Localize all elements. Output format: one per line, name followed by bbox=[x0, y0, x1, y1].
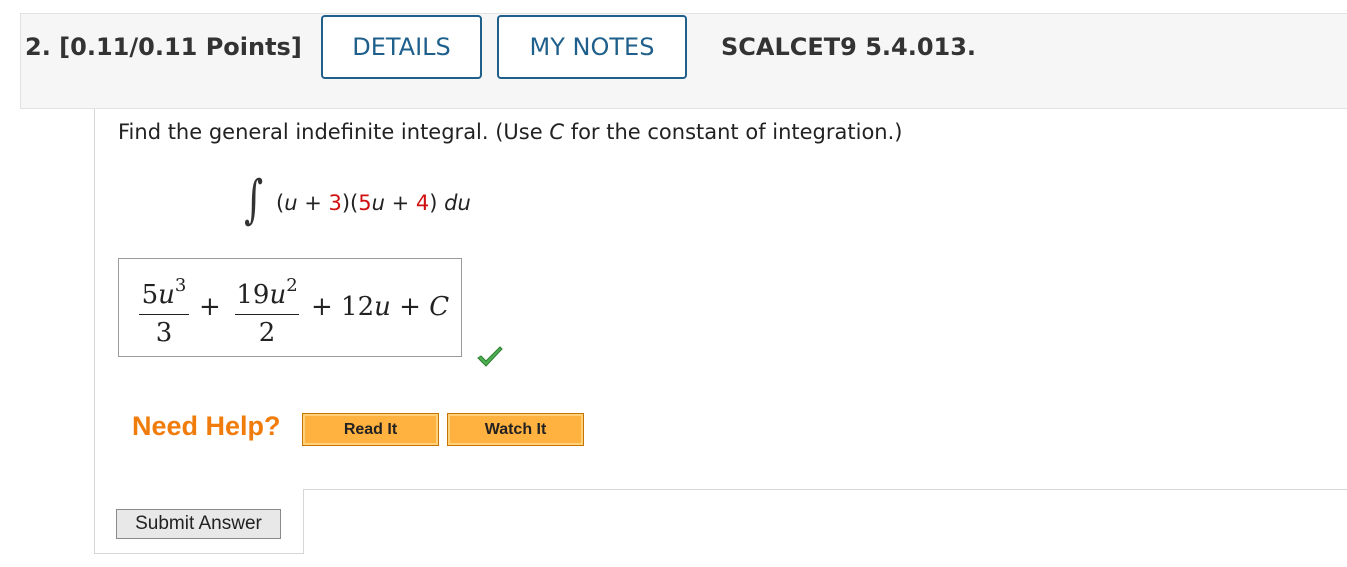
fraction-numerator-exponent: 2 bbox=[286, 275, 298, 296]
fraction-numerator-var: u bbox=[158, 280, 175, 310]
question-border-left bbox=[94, 109, 95, 553]
question-title: 2. [0.11/0.11 Points] bbox=[25, 33, 302, 61]
integrand-variable: u bbox=[284, 191, 298, 215]
tail-term: + 12 bbox=[311, 292, 375, 322]
fraction-bar bbox=[235, 314, 299, 315]
integrand-paren: ) bbox=[429, 191, 445, 215]
details-button[interactable]: DETAILS bbox=[321, 15, 482, 79]
fraction-numerator-var: u bbox=[269, 280, 287, 310]
read-it-button[interactable]: Read It bbox=[302, 413, 439, 446]
section-divider bbox=[303, 489, 1347, 490]
prompt-text-start: Find the general indefinite integral. (U… bbox=[118, 120, 550, 144]
correct-check-icon bbox=[477, 346, 503, 367]
prompt-text-end: for the constant of integration.) bbox=[564, 120, 903, 144]
question-code: SCALCET9 5.4.013. bbox=[721, 33, 977, 61]
my-notes-button[interactable]: MY NOTES bbox=[497, 15, 687, 79]
need-help-label: Need Help? bbox=[132, 411, 281, 441]
integrand-differential: du bbox=[444, 191, 471, 215]
answer-fraction-2: 19u2 2 bbox=[235, 271, 299, 348]
answer-tail: + 12u + C bbox=[311, 292, 449, 322]
fraction-numerator-coef: 5 bbox=[141, 280, 159, 310]
integrand-coefficient: 5 bbox=[358, 191, 372, 215]
prompt-variable: C bbox=[549, 120, 565, 144]
integrand-constant: 4 bbox=[415, 191, 430, 215]
fraction-bar bbox=[139, 314, 189, 315]
fraction-denominator: 2 bbox=[258, 318, 276, 348]
question-border-bottom bbox=[94, 553, 304, 554]
answer-input[interactable]: 5u3 3 + 19u2 2 + 12u + C bbox=[118, 258, 462, 357]
integrand-paren: ( bbox=[276, 191, 285, 215]
tail-operator: + bbox=[390, 292, 430, 322]
fraction-numerator-coef: 19 bbox=[236, 280, 270, 310]
integrand-variable: u bbox=[371, 191, 385, 215]
submit-answer-button[interactable]: Submit Answer bbox=[116, 509, 281, 539]
integrand-operator: + bbox=[297, 191, 329, 215]
plus-sign: + bbox=[199, 292, 221, 322]
fraction-denominator: 3 bbox=[155, 318, 173, 348]
watch-it-button[interactable]: Watch It bbox=[447, 413, 584, 446]
integral-sign: ∫ bbox=[244, 170, 264, 230]
question-prompt: Find the general indefinite integral. (U… bbox=[118, 120, 903, 144]
answer-fraction-1: 5u3 3 bbox=[139, 271, 189, 348]
tail-constant: C bbox=[429, 292, 450, 322]
integrand-paren: )( bbox=[341, 191, 359, 215]
integrand-operator: + bbox=[384, 191, 416, 215]
integrand-expression: (u + 3)(5u + 4) du bbox=[276, 191, 471, 215]
integrand-constant: 3 bbox=[328, 191, 342, 215]
fraction-numerator-exponent: 3 bbox=[174, 275, 187, 296]
tail-variable: u bbox=[374, 292, 391, 322]
submit-area-border bbox=[303, 489, 304, 554]
